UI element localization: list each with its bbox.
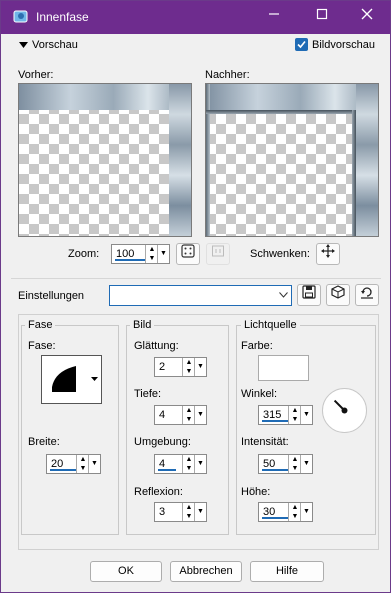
breite-label: Breite: [28, 436, 60, 448]
tiefe-spinbox[interactable]: 4 ▲ ▼ ▼ [154, 405, 207, 425]
breite-level-bar [50, 469, 76, 471]
glaettung-spinbox[interactable]: 2 ▲ ▼ ▼ [154, 357, 207, 377]
texture-top [206, 84, 378, 110]
hoehe-dropdown-arrow[interactable]: ▼ [300, 503, 312, 521]
intensitaet-dropdown-arrow[interactable]: ▼ [300, 455, 312, 473]
winkel-dropdown-arrow[interactable]: ▼ [300, 406, 312, 424]
winkel-label: Winkel: [241, 388, 278, 400]
breite-spinbox[interactable]: 20 ▲ ▼ ▼ [46, 454, 101, 474]
zoom-dropdown-arrow[interactable]: ▼ [157, 245, 169, 263]
triangle-down-icon [90, 377, 98, 381]
reset-button[interactable] [355, 284, 379, 306]
farbe-swatch[interactable] [258, 355, 309, 381]
umgebung-level-bar [158, 469, 176, 471]
fase-shape-picker[interactable] [41, 355, 102, 404]
breite-dropdown-arrow[interactable]: ▼ [88, 455, 100, 473]
dialog-window: Innenfase Vorschau Bildvorschau Vorher: … [0, 0, 391, 593]
checkbox-checked-icon [295, 38, 308, 51]
settings-dropdown[interactable] [276, 286, 291, 305]
pan-button[interactable] [316, 243, 340, 265]
intensitaet-level-bar [262, 469, 288, 471]
bildvorschau-checkbox[interactable]: Bildvorschau [295, 38, 385, 53]
hoehe-level-bar [262, 517, 288, 519]
reflexion-dropdown-arrow[interactable]: ▼ [194, 503, 206, 521]
glaettung-label: Glättung: [134, 340, 179, 352]
texture-right [356, 84, 378, 236]
bevel-top-edge [206, 110, 356, 114]
intensitaet-spinbox[interactable]: 50 ▲ ▼ ▼ [258, 454, 313, 474]
zoom-fit-icon [181, 244, 195, 258]
triangle-down-icon [19, 42, 28, 48]
winkel-spinbox[interactable]: 315 ▲ ▼ ▼ [258, 405, 313, 425]
separator [11, 278, 381, 279]
maximize-button[interactable] [307, 5, 337, 29]
actual-size-icon [212, 245, 224, 257]
intensitaet-label: Intensität: [241, 436, 289, 448]
hoehe-spinbox[interactable]: 30 ▲ ▼ ▼ [258, 502, 313, 522]
umgebung-dropdown-arrow[interactable]: ▼ [194, 455, 206, 473]
fase-label: Fase: [28, 340, 56, 352]
move-icon [321, 244, 335, 258]
after-label: Nachher: [205, 69, 250, 81]
before-preview[interactable] [18, 83, 192, 237]
bevel-left-edge [206, 84, 210, 236]
save-preset-button[interactable] [297, 284, 321, 306]
settings-label: Einstellungen [18, 290, 85, 302]
chevron-down-icon [279, 292, 288, 298]
reflexion-label: Reflexion: [134, 486, 183, 498]
app-icon [13, 10, 28, 23]
pan-label: Schwenken: [250, 248, 310, 260]
hoehe-label: Höhe: [241, 486, 271, 498]
zoom-value-underline [115, 259, 145, 261]
zoom-label: Zoom: [68, 248, 100, 260]
bild-group-title: Bild [130, 319, 155, 331]
before-label: Vorher: [18, 69, 54, 81]
tiefe-label: Tiefe: [134, 388, 162, 400]
randomize-button[interactable] [326, 284, 350, 306]
close-icon [361, 8, 373, 20]
fase-shape-dropdown[interactable] [87, 356, 101, 403]
reflexion-spinbox[interactable]: 3 ▲ ▼ ▼ [154, 502, 207, 522]
angle-dial-graphic [322, 388, 367, 433]
reflexion-value: 3 [159, 506, 166, 518]
bevel-right-edge [352, 110, 356, 236]
tiefe-value: 4 [159, 409, 166, 421]
dice-icon [331, 285, 345, 299]
umgebung-label: Umgebung: [134, 436, 191, 448]
minimize-button[interactable] [259, 5, 289, 29]
bildvorschau-label: Bildvorschau [312, 39, 375, 51]
angle-dial[interactable] [321, 387, 368, 434]
texture-top [19, 84, 191, 110]
help-button[interactable]: Hilfe [250, 561, 324, 582]
preview-toggle-label: Vorschau [32, 39, 78, 51]
after-preview[interactable] [205, 83, 379, 237]
umgebung-spinbox[interactable]: 4 ▲ ▼ ▼ [154, 454, 207, 474]
ok-button[interactable]: OK [90, 561, 162, 582]
zoom-spinbox[interactable]: 100 ▲ ▼ ▼ [111, 244, 170, 264]
window-title: Innenfase [36, 10, 89, 24]
save-icon [302, 285, 316, 299]
texture-right [169, 84, 191, 236]
tiefe-dropdown-arrow[interactable]: ▼ [194, 406, 206, 424]
minimize-icon [269, 13, 279, 15]
close-button[interactable] [352, 5, 382, 29]
title-bar[interactable]: Innenfase [1, 1, 390, 34]
maximize-icon [316, 8, 328, 20]
lichtquelle-group-title: Lichtquelle [241, 319, 300, 331]
reset-icon [361, 287, 373, 299]
farbe-label: Farbe: [241, 340, 273, 352]
settings-combobox[interactable] [109, 285, 292, 306]
zoom-fit-button[interactable] [176, 243, 200, 265]
glaettung-value: 2 [159, 361, 166, 373]
glaettung-dropdown-arrow[interactable]: ▼ [194, 358, 206, 376]
fase-group-title: Fase [25, 319, 56, 331]
zoom-actual-size-button[interactable] [206, 243, 230, 265]
cancel-button[interactable]: Abbrechen [170, 561, 242, 582]
winkel-level-bar [262, 420, 288, 422]
bevel-shape-icon [52, 366, 76, 392]
